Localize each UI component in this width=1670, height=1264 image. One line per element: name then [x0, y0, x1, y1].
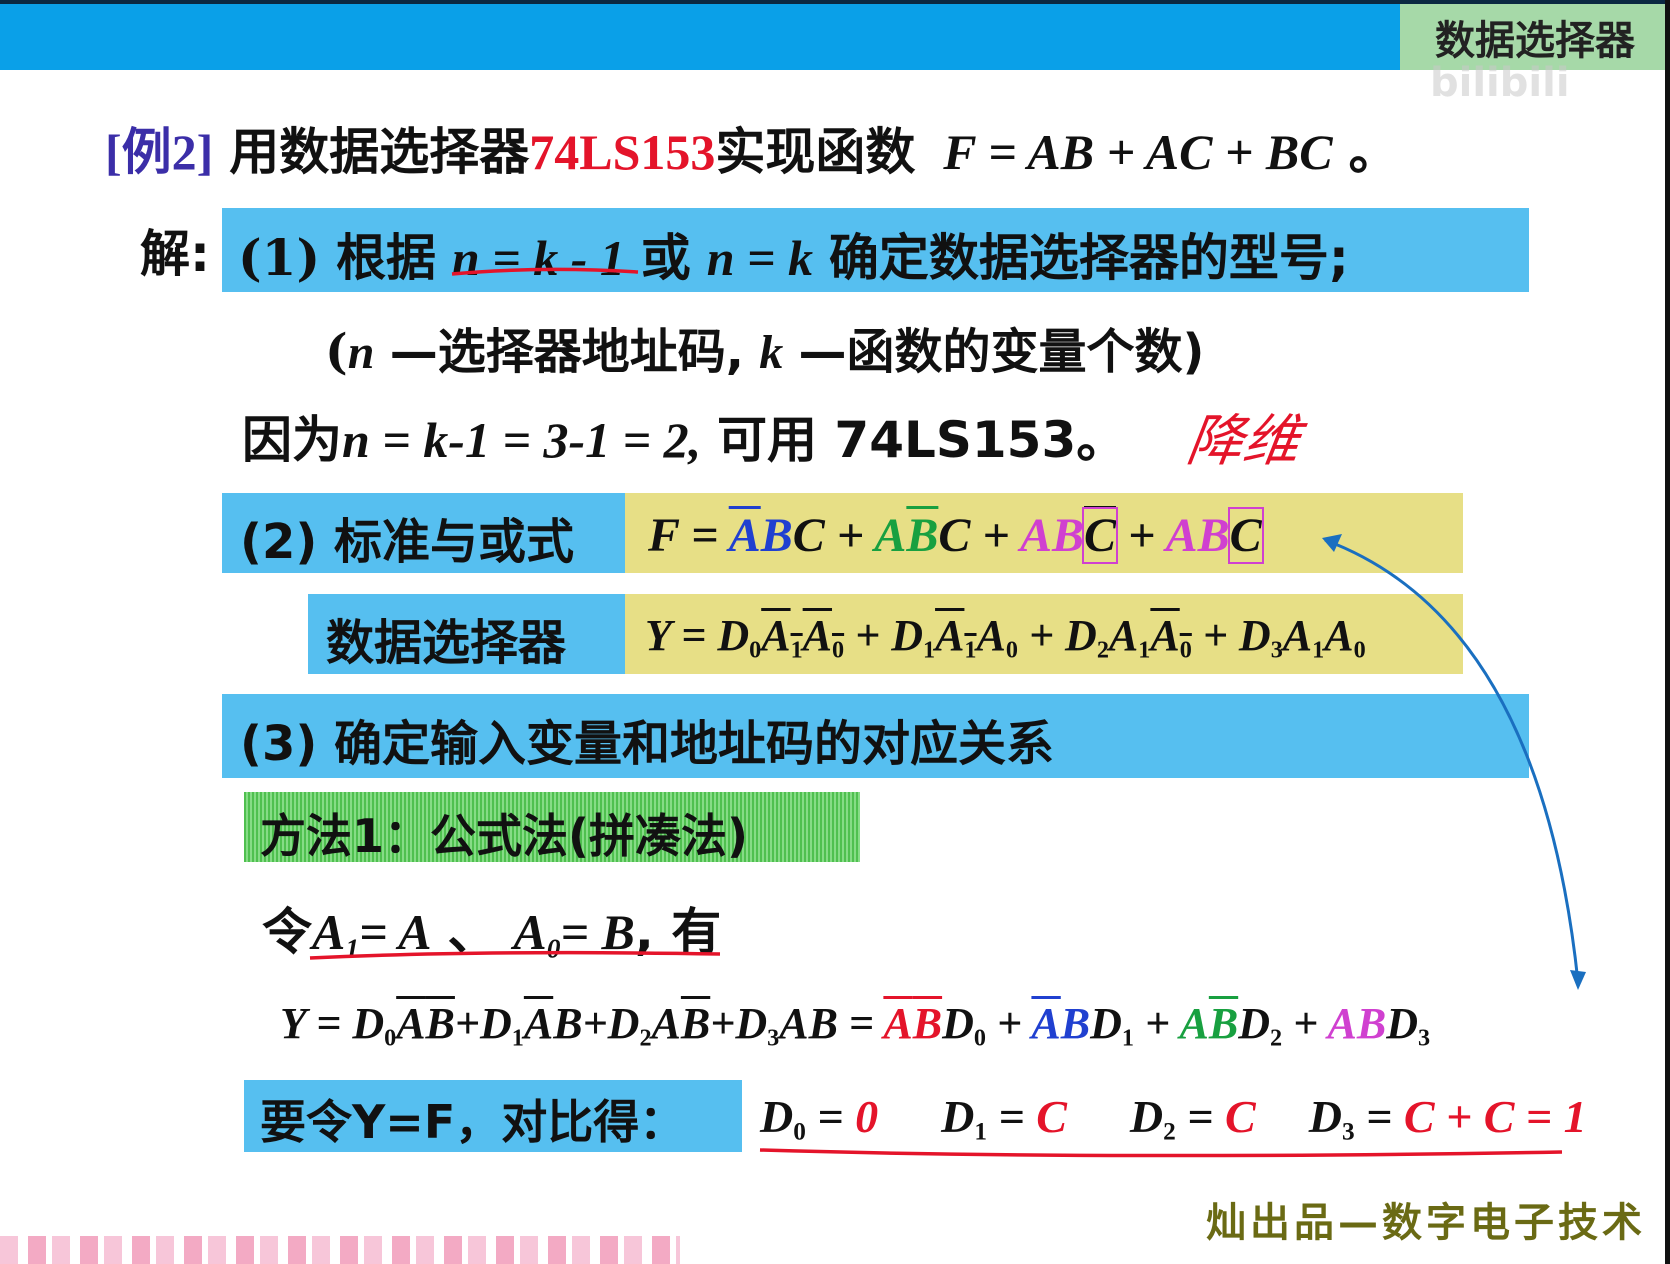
footer-credit: 灿出品—数字电子技术: [1206, 1200, 1646, 1246]
note-line: (n —选择器地址码, k —函数的变量个数): [325, 312, 1204, 382]
example-label: [例2]: [105, 124, 214, 180]
example-line: [例2] 用数据选择器74LS153实现函数 F = AB + AC + BC …: [105, 112, 1399, 184]
slide: 数据选择器 bilibili [例2] 用数据选择器74LS153实现函数 F …: [0, 0, 1670, 1264]
mux-equation: Y = D0A1A0 + D1A1A0 + D2A1A0 + D3A1A0: [645, 611, 1366, 664]
progress-artifact: [0, 1236, 680, 1264]
note-text-b: —函数的变量个数): [798, 324, 1205, 380]
because-eq: n = k-1 = 3-1 = 2,: [342, 412, 702, 468]
step1-num: (1): [238, 228, 321, 287]
sop-term-1: ABC: [728, 509, 825, 562]
step3-label: (3) 确定输入变量和地址码的对应关系: [240, 716, 1054, 772]
step1-or: 或: [640, 229, 691, 287]
arrow-head-bottom: [1570, 970, 1586, 990]
sop-term-3: ABC: [1019, 507, 1119, 564]
mux-label: 数据选择器: [326, 615, 567, 671]
because-line: 因为n = k-1 = 3-1 = 2, 可用 74LS153。: [242, 400, 1126, 472]
sop-term-4: ABC: [1165, 507, 1264, 564]
sop-term-2: ABC: [874, 509, 971, 562]
underline-result: [759, 1148, 1563, 1158]
example-text-a: 用数据选择器: [229, 123, 530, 181]
step1-eq2: n = k: [706, 230, 813, 286]
step1-line: (1) 根据 n = k - 1 或 n = k 确定数据选择器的型号;: [238, 218, 1349, 290]
note-n: n: [347, 326, 375, 379]
note-open: (: [325, 324, 348, 380]
watermark: bilibili: [1430, 60, 1570, 106]
because-text-a: 因为: [242, 411, 342, 469]
standard-sop: F = ABC + ABC + ABC + ABC: [648, 507, 1264, 564]
result-values: D0 = 0 D1 = C D2 = C D3 = C + C = 1: [760, 1091, 1587, 1146]
sop-lhs: F =: [648, 509, 719, 562]
chip-name: 74LS153: [529, 124, 716, 180]
example-period: 。: [1348, 123, 1399, 181]
step1-text-b: 确定数据选择器的型号;: [828, 229, 1349, 287]
y-expansion: Y = D0AB+D1AB+D2AB+D3AB = ABD0 + ABD1 + …: [280, 999, 1431, 1052]
result-label: 要令Y=F，对比得：: [260, 1095, 686, 1149]
step2-label: (2) 标准与或式: [240, 514, 574, 570]
target-function: F = AB + AC + BC: [943, 124, 1333, 180]
because-text-b: 可用 74LS153。: [717, 411, 1127, 469]
method1-label: 方法1：公式法(拼凑法): [260, 809, 749, 863]
solution-label: 解:: [140, 225, 210, 283]
note-text-a: —选择器地址码,: [389, 324, 744, 380]
step1-eq1: n = k - 1: [451, 230, 625, 286]
window-edge: [1665, 0, 1670, 1264]
step1-text-a: 根据: [336, 229, 437, 287]
note-k: k: [759, 326, 784, 379]
let-line: 令A1= A 、 A0= B, 有: [262, 903, 722, 964]
example-text-b: 实现函数: [715, 123, 916, 181]
handwritten-note: 降维: [1182, 409, 1304, 474]
